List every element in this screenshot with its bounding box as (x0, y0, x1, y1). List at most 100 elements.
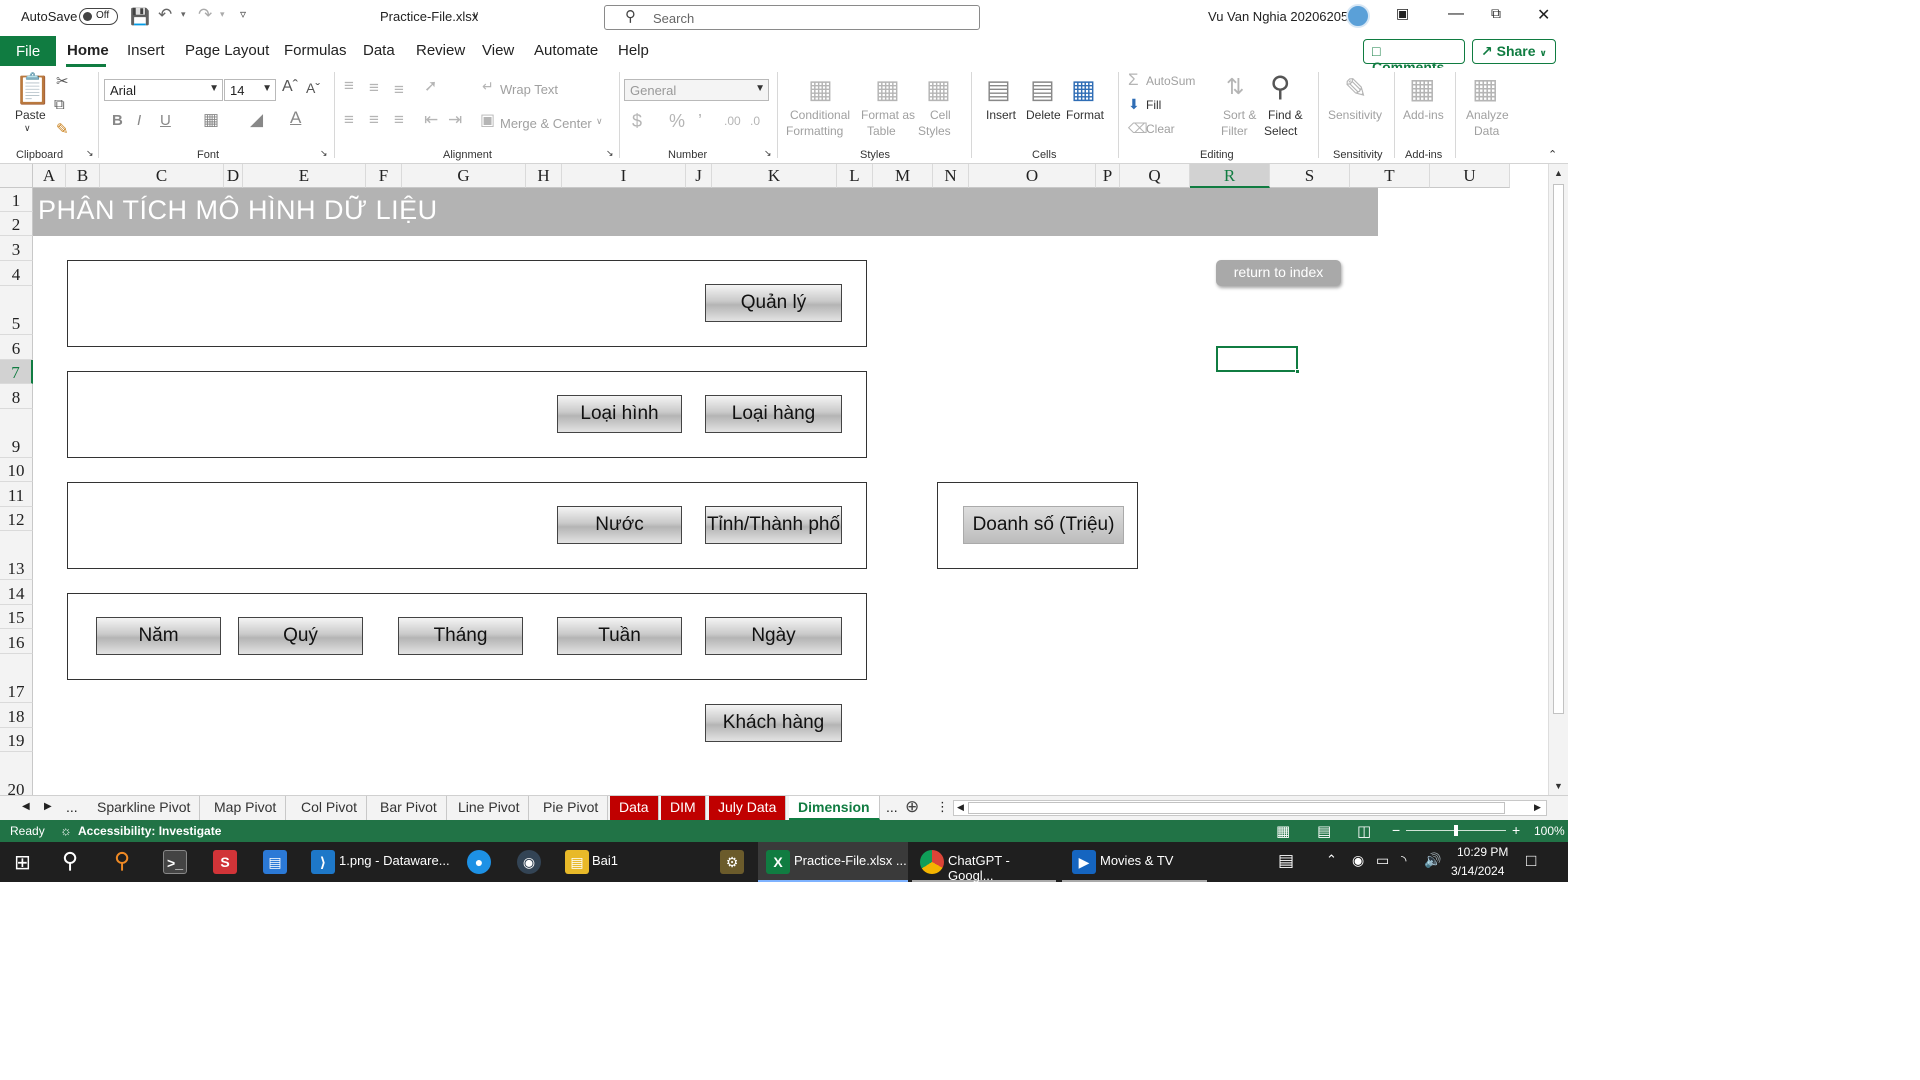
windows-start-icon[interactable]: ⊞ (14, 842, 31, 882)
row-header-5[interactable]: 5 (0, 286, 33, 335)
chevron-down-icon[interactable]: ∨ (472, 10, 479, 21)
sort-filter-icon[interactable]: ⇅ (1226, 74, 1244, 100)
column-header-c[interactable]: C (100, 164, 224, 188)
analyze-data-label-1[interactable]: Analyze (1466, 108, 1509, 122)
row-header-4[interactable]: 4 (0, 261, 33, 286)
collapse-ribbon-icon[interactable]: ⌃ (1548, 148, 1557, 161)
align-top-icon[interactable]: ≡ (344, 76, 354, 96)
tab-line-pivot[interactable]: Line Pivot (449, 796, 530, 820)
loai-hinh-button[interactable]: Loại hình (557, 395, 682, 433)
cut-icon[interactable]: ✂ (56, 72, 69, 90)
cell-styles-icon[interactable]: ▦ (926, 74, 951, 105)
decrease-indent-icon[interactable]: ⇤ (424, 110, 438, 130)
underline-icon[interactable]: U (160, 112, 171, 129)
active-cell-r7[interactable] (1216, 346, 1300, 374)
column-header-s[interactable]: S (1270, 164, 1350, 188)
dialog-launcher-icon[interactable]: ↘ (320, 148, 328, 159)
comments-button[interactable]: □ Comments (1363, 39, 1465, 75)
row-header-11[interactable]: 11 (0, 482, 33, 507)
tab-dim[interactable]: DIM (661, 796, 706, 820)
app-red-icon[interactable]: S (213, 850, 237, 874)
battery-icon[interactable]: ▭ (1376, 842, 1389, 882)
clear-button[interactable]: Clear (1146, 122, 1175, 136)
row-header-14[interactable]: 14 (0, 580, 33, 605)
analyze-data-label-2[interactable]: Data (1474, 124, 1499, 138)
redo-icon[interactable]: ↷ (198, 5, 212, 25)
delete-cells-icon[interactable]: ▤ (1030, 74, 1055, 105)
decrease-font-icon[interactable]: Aˇ (306, 80, 320, 96)
nam-button[interactable]: Năm (96, 617, 221, 655)
analyze-data-icon[interactable]: ▦ (1472, 72, 1498, 105)
column-header-f[interactable]: F (366, 164, 402, 188)
conditional-formatting-icon[interactable]: ▦ (808, 74, 833, 105)
redo-dropdown-icon[interactable]: ▾ (220, 9, 225, 20)
more-tabs-left[interactable]: ... (66, 799, 78, 815)
column-header-a[interactable]: A (33, 164, 66, 188)
insert-cells-button[interactable]: Insert (986, 108, 1016, 122)
merge-center-icon[interactable]: ▣ (480, 110, 495, 130)
chevron-down-icon[interactable]: ∨ (24, 123, 31, 134)
wrap-text-icon[interactable]: ↵ (482, 78, 494, 95)
autosave-toggle[interactable]: Off (79, 8, 118, 25)
add-sheet-icon[interactable]: ⊕ (905, 797, 919, 817)
file-explorer-icon[interactable]: ▤ (565, 850, 589, 874)
horizontal-scrollbar[interactable]: ◀ ▶ (953, 800, 1547, 816)
accessibility-icon[interactable]: ☼ (60, 823, 72, 838)
sort-filter-label-1[interactable]: Sort & (1223, 108, 1256, 122)
format-as-table-label-1[interactable]: Format as (861, 108, 915, 122)
decrease-decimal-icon[interactable]: .0 (750, 114, 760, 128)
column-header-p[interactable]: P (1096, 164, 1120, 188)
terminal-icon[interactable]: >_ (163, 850, 187, 874)
taskbar-item-bai1[interactable]: Bai1 (592, 842, 618, 882)
volume-icon[interactable]: 🔊 (1424, 842, 1441, 882)
horizontal-scroll-thumb[interactable] (968, 802, 1505, 814)
tab-view[interactable]: View (482, 42, 514, 59)
align-center-icon[interactable]: ≡ (369, 110, 379, 130)
font-size-select[interactable]: 14 ▼ (224, 79, 276, 101)
conditional-formatting-label-2[interactable]: Formatting (786, 124, 843, 138)
scroll-down-icon[interactable]: ▼ (1554, 781, 1563, 791)
news-icon[interactable]: ▤ (1278, 842, 1294, 882)
orientation-icon[interactable]: ➚ (424, 76, 437, 96)
tab-dimension[interactable]: Dimension (789, 796, 880, 820)
normal-view-icon[interactable]: ▦ (1276, 822, 1290, 840)
chevron-down-icon[interactable]: ∨ (596, 116, 603, 127)
tab-sparkline-pivot[interactable]: Sparkline Pivot (88, 796, 201, 820)
comma-style-icon[interactable]: ’ (698, 111, 702, 132)
fill-handle[interactable] (1295, 369, 1300, 374)
row-header-17[interactable]: 17 (0, 654, 33, 703)
borders-icon[interactable]: ▦ (203, 110, 219, 130)
tray-expand-icon[interactable]: ⌃ (1326, 842, 1337, 882)
row-header-12[interactable]: 12 (0, 507, 33, 531)
find-select-label-2[interactable]: Select (1264, 124, 1297, 138)
merge-center-button[interactable]: Merge & Center (500, 116, 592, 131)
increase-font-icon[interactable]: Aˆ (282, 78, 298, 96)
app-globe-icon[interactable]: ◉ (517, 850, 541, 874)
scroll-up-icon[interactable]: ▲ (1554, 168, 1563, 178)
tab-map-pivot[interactable]: Map Pivot (205, 796, 287, 820)
row-header-15[interactable]: 15 (0, 605, 33, 629)
quy-button[interactable]: Quý (238, 617, 363, 655)
file-name[interactable]: Practice-File.xlsx (380, 9, 478, 24)
row-header-13[interactable]: 13 (0, 531, 33, 580)
tab-review[interactable]: Review (416, 42, 465, 59)
column-header-h[interactable]: H (526, 164, 562, 188)
tab-july-data[interactable]: July Data (709, 796, 787, 820)
docker-icon[interactable]: ● (467, 850, 491, 874)
user-name[interactable]: Vu Van Nghia 20206205 (1208, 9, 1348, 24)
return-to-index-button[interactable]: return to index (1216, 260, 1341, 286)
dialog-launcher-icon[interactable]: ↘ (606, 148, 614, 159)
taskbar-item-excel[interactable]: X Practice-File.xlsx ... (758, 842, 908, 882)
column-header-i[interactable]: I (562, 164, 686, 188)
undo-dropdown-icon[interactable]: ▾ (181, 9, 186, 20)
save-icon[interactable]: 💾 (130, 7, 150, 27)
column-header-t[interactable]: T (1350, 164, 1430, 188)
insert-cells-icon[interactable]: ▤ (986, 74, 1011, 105)
conditional-formatting-label-1[interactable]: Conditional (790, 108, 850, 122)
row-header-7[interactable]: 7 (0, 360, 33, 384)
tinh-thanh-pho-button[interactable]: Tỉnh/Thành phố (705, 506, 842, 544)
column-header-o[interactable]: O (969, 164, 1096, 188)
italic-icon[interactable]: I (137, 112, 141, 129)
column-header-e[interactable]: E (243, 164, 366, 188)
wifi-icon[interactable]: ◝ (1401, 842, 1406, 882)
